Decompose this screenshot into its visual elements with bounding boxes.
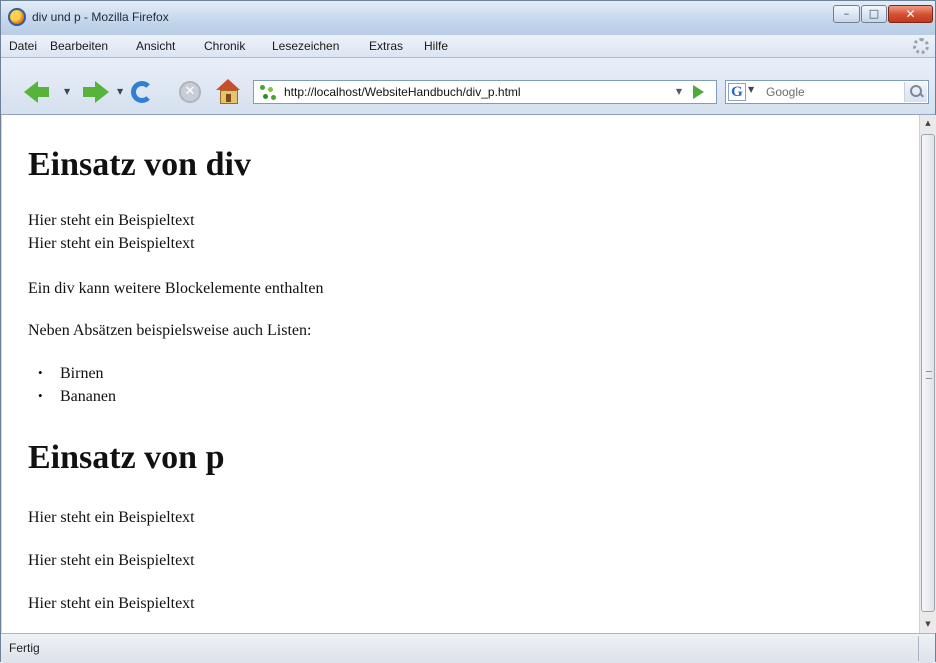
- magnifier-handle-icon: [919, 92, 924, 98]
- menu-hilfe[interactable]: Hilfe: [424, 39, 448, 53]
- scroll-up-arrow-icon[interactable]: ▲: [920, 115, 936, 132]
- scrollbar-thumb[interactable]: [921, 134, 935, 612]
- address-dropdown-icon[interactable]: ▼: [673, 84, 685, 100]
- back-button[interactable]: [37, 87, 49, 97]
- status-separator: [918, 636, 919, 661]
- list-item-bananen: Bananen: [38, 388, 116, 406]
- list-item-birnen: Birnen: [38, 365, 103, 383]
- minimize-button[interactable]: –: [833, 5, 860, 23]
- stop-x-icon: ✕: [184, 84, 196, 99]
- home-icon[interactable]: [215, 79, 241, 105]
- close-icon: ✕: [905, 7, 916, 21]
- vertical-scrollbar[interactable]: ▲ ▼: [919, 115, 936, 633]
- back-arrow-icon[interactable]: [24, 81, 38, 103]
- back-history-dropdown[interactable]: ▼: [64, 87, 70, 96]
- p-text-3: Hier steht ein Beispieltext: [28, 595, 195, 612]
- search-box[interactable]: G ▼ Google: [725, 80, 929, 104]
- address-bar[interactable]: http://localhost/WebsiteHandbuch/div_p.h…: [253, 80, 717, 104]
- heading-einsatz-div: Einsatz von div: [28, 146, 251, 183]
- div-text-line-2: Hier steht ein Beispieltext: [28, 235, 195, 252]
- maximize-button[interactable]: □: [861, 5, 887, 23]
- maximize-icon: □: [868, 7, 880, 20]
- search-engine-dropdown-icon[interactable]: ▼: [748, 85, 754, 94]
- close-button[interactable]: ✕: [888, 5, 933, 23]
- p-text-2: Hier steht ein Beispieltext: [28, 552, 195, 569]
- address-text[interactable]: http://localhost/WebsiteHandbuch/div_p.h…: [284, 85, 521, 99]
- heading-einsatz-p: Einsatz von p: [28, 439, 225, 476]
- menu-datei[interactable]: Datei: [9, 39, 37, 53]
- p-text-1: Hier steht ein Beispieltext: [28, 509, 195, 526]
- firefox-icon: [8, 8, 26, 26]
- home-roof-icon: [216, 79, 240, 90]
- search-input[interactable]: Google: [766, 85, 805, 99]
- menu-lesezeichen[interactable]: Lesezeichen: [272, 39, 339, 53]
- menu-bearbeiten[interactable]: Bearbeiten: [50, 39, 108, 53]
- activity-throbber-icon: [913, 38, 929, 54]
- scroll-down-arrow-icon[interactable]: ▼: [920, 616, 936, 633]
- forward-button[interactable]: [83, 87, 95, 97]
- menu-bar: Datei Bearbeiten Ansicht Chronik Lesezei…: [1, 35, 935, 58]
- site-favicon-icon: [260, 85, 276, 101]
- paragraph-block-elements: Ein div kann weitere Blockelemente entha…: [28, 280, 324, 297]
- menu-extras[interactable]: Extras: [369, 39, 403, 53]
- search-button[interactable]: [904, 82, 927, 102]
- reload-icon[interactable]: [131, 81, 153, 103]
- status-bar: Fertig: [1, 633, 935, 663]
- title-bar[interactable]: div und p - Mozilla Firefox – □ ✕: [1, 1, 935, 35]
- browser-window: div und p - Mozilla Firefox – □ ✕ Datei …: [0, 0, 936, 663]
- search-engine-google-icon[interactable]: G: [728, 83, 746, 101]
- forward-history-dropdown[interactable]: ▼: [117, 87, 123, 96]
- home-door-icon: [226, 94, 231, 102]
- forward-arrow-icon[interactable]: [95, 81, 109, 103]
- menu-chronik[interactable]: Chronik: [204, 39, 245, 53]
- menu-ansicht[interactable]: Ansicht: [136, 39, 175, 53]
- minimize-icon: –: [843, 7, 850, 20]
- paragraph-lists: Neben Absätzen beispielsweise auch Liste…: [28, 322, 312, 339]
- window-title: div und p - Mozilla Firefox: [32, 10, 169, 24]
- page-content: Einsatz von div Hier steht ein Beispielt…: [2, 115, 919, 633]
- stop-icon[interactable]: ✕: [179, 81, 201, 103]
- scroll-grip-icon: [926, 371, 932, 379]
- go-arrow-icon[interactable]: [693, 85, 704, 99]
- div-text-line-1: Hier steht ein Beispieltext: [28, 212, 195, 229]
- status-text: Fertig: [9, 641, 40, 655]
